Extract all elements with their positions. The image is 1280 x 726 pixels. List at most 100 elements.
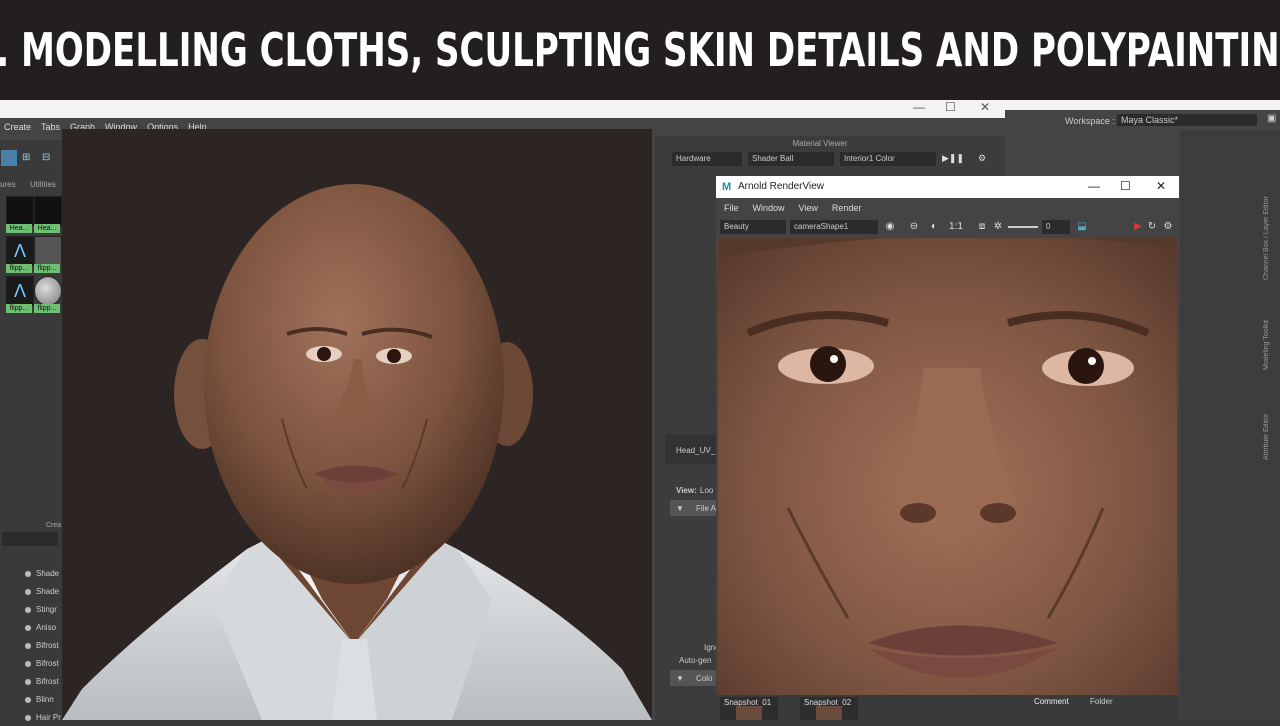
sort-icon[interactable]: ⊟ [42,152,50,163]
node-tab-area: Head_UV_ [665,434,716,464]
snapshot-image [816,706,842,720]
collapse-icon: ▼ [676,504,684,513]
shader-list-item[interactable]: Bifrost [22,638,62,654]
swatch-label: Hea... [6,224,32,233]
hypershade-panel: ⊞ ⊟ ures Utilities Hea... Hea... Λ flipp… [0,140,62,722]
menu-window[interactable]: Window [753,203,785,213]
arnold-window-title: Arnold RenderView [738,181,824,192]
node-name-tab[interactable]: Head_UV_ [676,446,715,455]
shape-dropdown[interactable]: Shader Ball [748,152,834,166]
tab-textures[interactable]: ures [0,180,16,189]
lighting-dropdown[interactable]: Interior1 Color [840,152,936,166]
renderer-dropdown[interactable]: Hardware [672,152,742,166]
exposure-slider[interactable] [1008,226,1038,228]
tab-folder[interactable]: Folder [1090,697,1113,706]
render-play-icon[interactable]: ▶ [1132,221,1144,233]
channel-icon[interactable]: ⊖ [908,221,920,233]
shader-list-item[interactable]: Shade [22,584,62,600]
file-attributes-label: File A [696,504,717,513]
vertical-tab-label: Attribute Editor [1263,413,1270,460]
menu-render[interactable]: Render [832,203,862,213]
shader-list-item[interactable]: Shade [22,566,62,582]
maya-logo-icon: M [722,181,732,193]
zoom-ratio[interactable]: 1:1 [948,221,964,233]
collapse-icon: ▼ [676,674,684,683]
vertical-tab-label: Channel Box / Layer Editor [1263,196,1270,280]
menu-view[interactable]: View [799,203,818,213]
grid-view-icon[interactable] [1,150,17,166]
tab-comment[interactable]: Comment [1034,697,1069,706]
snapshot-thumbnail[interactable]: Snapshot_02 [800,697,858,720]
contrast-icon[interactable]: ◐ [928,221,940,233]
shader-list-item[interactable]: Bifrost [22,674,62,690]
lock-icon[interactable]: ▣ [1267,113,1276,124]
shader-list-item[interactable]: Hair Pr [22,710,62,726]
swatch-label: flipp... [34,264,60,273]
snapshot-thumbnail[interactable]: Snapshot_01 [720,697,778,720]
snapshot-image [736,706,762,720]
shader-swatch[interactable] [34,196,62,226]
menu-create[interactable]: Create [4,122,31,132]
shader-list-item[interactable]: Aniso [22,620,62,636]
file-attributes-section[interactable]: ▼ File A [670,500,716,516]
character-render-image [62,129,652,720]
fit-icon[interactable]: ⧈ [976,221,988,233]
vertical-tab-modeling-toolkit[interactable]: Modeling Toolkit [1263,290,1277,370]
right-side-panel: Channel Box / Layer Editor Modeling Tool… [1180,130,1280,720]
pause-icon[interactable]: ▶❚❚ [942,153,964,164]
arnold-titlebar: M Arnold RenderView — ☐ ✕ [716,176,1179,198]
settings-icon[interactable]: ⚙ [1162,221,1174,233]
view-label: View: [676,486,697,495]
workspace-bar: Workspace : Maya Classic* ▣ ▦▦▤▥ [1005,110,1280,145]
vertical-tab-channel-box[interactable]: Channel Box / Layer Editor [1263,190,1277,280]
menu-tabs[interactable]: Tabs [41,122,60,132]
swatch-label: Hea... [34,224,60,233]
material-viewer-title: Material Viewer [792,139,848,148]
face-closeup-illustration [718,238,1177,695]
vertical-tab-label: Modeling Toolkit [1263,319,1270,370]
shader-swatch[interactable] [6,196,34,226]
swatch-label: flipp... [6,304,32,313]
color-section[interactable]: ▼ Colo [670,670,716,686]
maximize-button[interactable]: ☐ [1120,179,1131,193]
character-bust-illustration [62,184,652,720]
camera-dropdown[interactable]: cameraShape1 [790,220,878,234]
swatch-label: flipp... [6,264,32,273]
shader-list-item[interactable]: Stingr [22,602,62,618]
close-button[interactable]: ✕ [980,100,990,114]
tab-utilities[interactable]: Utilities [30,180,56,189]
exposure-icon[interactable]: ✲ [992,221,1004,233]
workspace-label: Workspace : [1065,116,1115,126]
shader-list-item[interactable]: Blinn [22,692,62,708]
minimize-button[interactable]: — [913,100,925,114]
close-button[interactable]: ✕ [1156,179,1166,193]
shader-ball-swatch[interactable] [34,276,62,306]
render-region-icon[interactable]: ◉ [884,221,896,233]
gear-icon[interactable]: ⚙ [978,153,986,164]
search-input[interactable] [2,532,58,546]
auto-gen-label: Auto-gen [679,656,712,665]
shader-swatch[interactable] [34,236,62,266]
workspace-dropdown[interactable]: Maya Classic* [1117,114,1257,126]
create-label: Crea [46,522,62,529]
menu-file[interactable]: File [724,203,739,213]
shader-list-item[interactable]: Bifrost [22,656,62,672]
arnold-shader-swatch[interactable]: Λ [6,276,34,306]
exposure-value[interactable]: 0 [1042,220,1070,234]
minimize-button[interactable]: — [1088,179,1100,193]
arnold-render-image [718,238,1177,695]
arnold-menubar: File Window View Render [716,200,1179,216]
arnold-shader-swatch[interactable]: Λ [6,236,34,266]
refresh-icon[interactable]: ↻ [1146,221,1158,233]
swatch-label: flipp... [34,304,60,313]
snapshot-icon[interactable]: ⬓ [1076,221,1088,233]
view-value[interactable]: Loo [700,486,713,495]
color-section-label: Colo [696,674,713,683]
vertical-tab-attribute-editor[interactable]: Attribute Editor [1263,380,1277,460]
aov-dropdown[interactable]: Beauty [720,220,786,234]
banner-title: 4. MODELLING CLOTHS, SCULPTING SKIN DETA… [0,23,1280,77]
title-banner: 4. MODELLING CLOTHS, SCULPTING SKIN DETA… [0,0,1280,100]
arnold-toolbar: Beauty cameraShape1 ◉ ⊖ ◐ 1:1 ⧈ ✲ 0 ⬓ ▶ … [716,217,1179,237]
maximize-button[interactable]: ☐ [945,100,956,114]
list-view-icon[interactable]: ⊞ [22,152,30,163]
